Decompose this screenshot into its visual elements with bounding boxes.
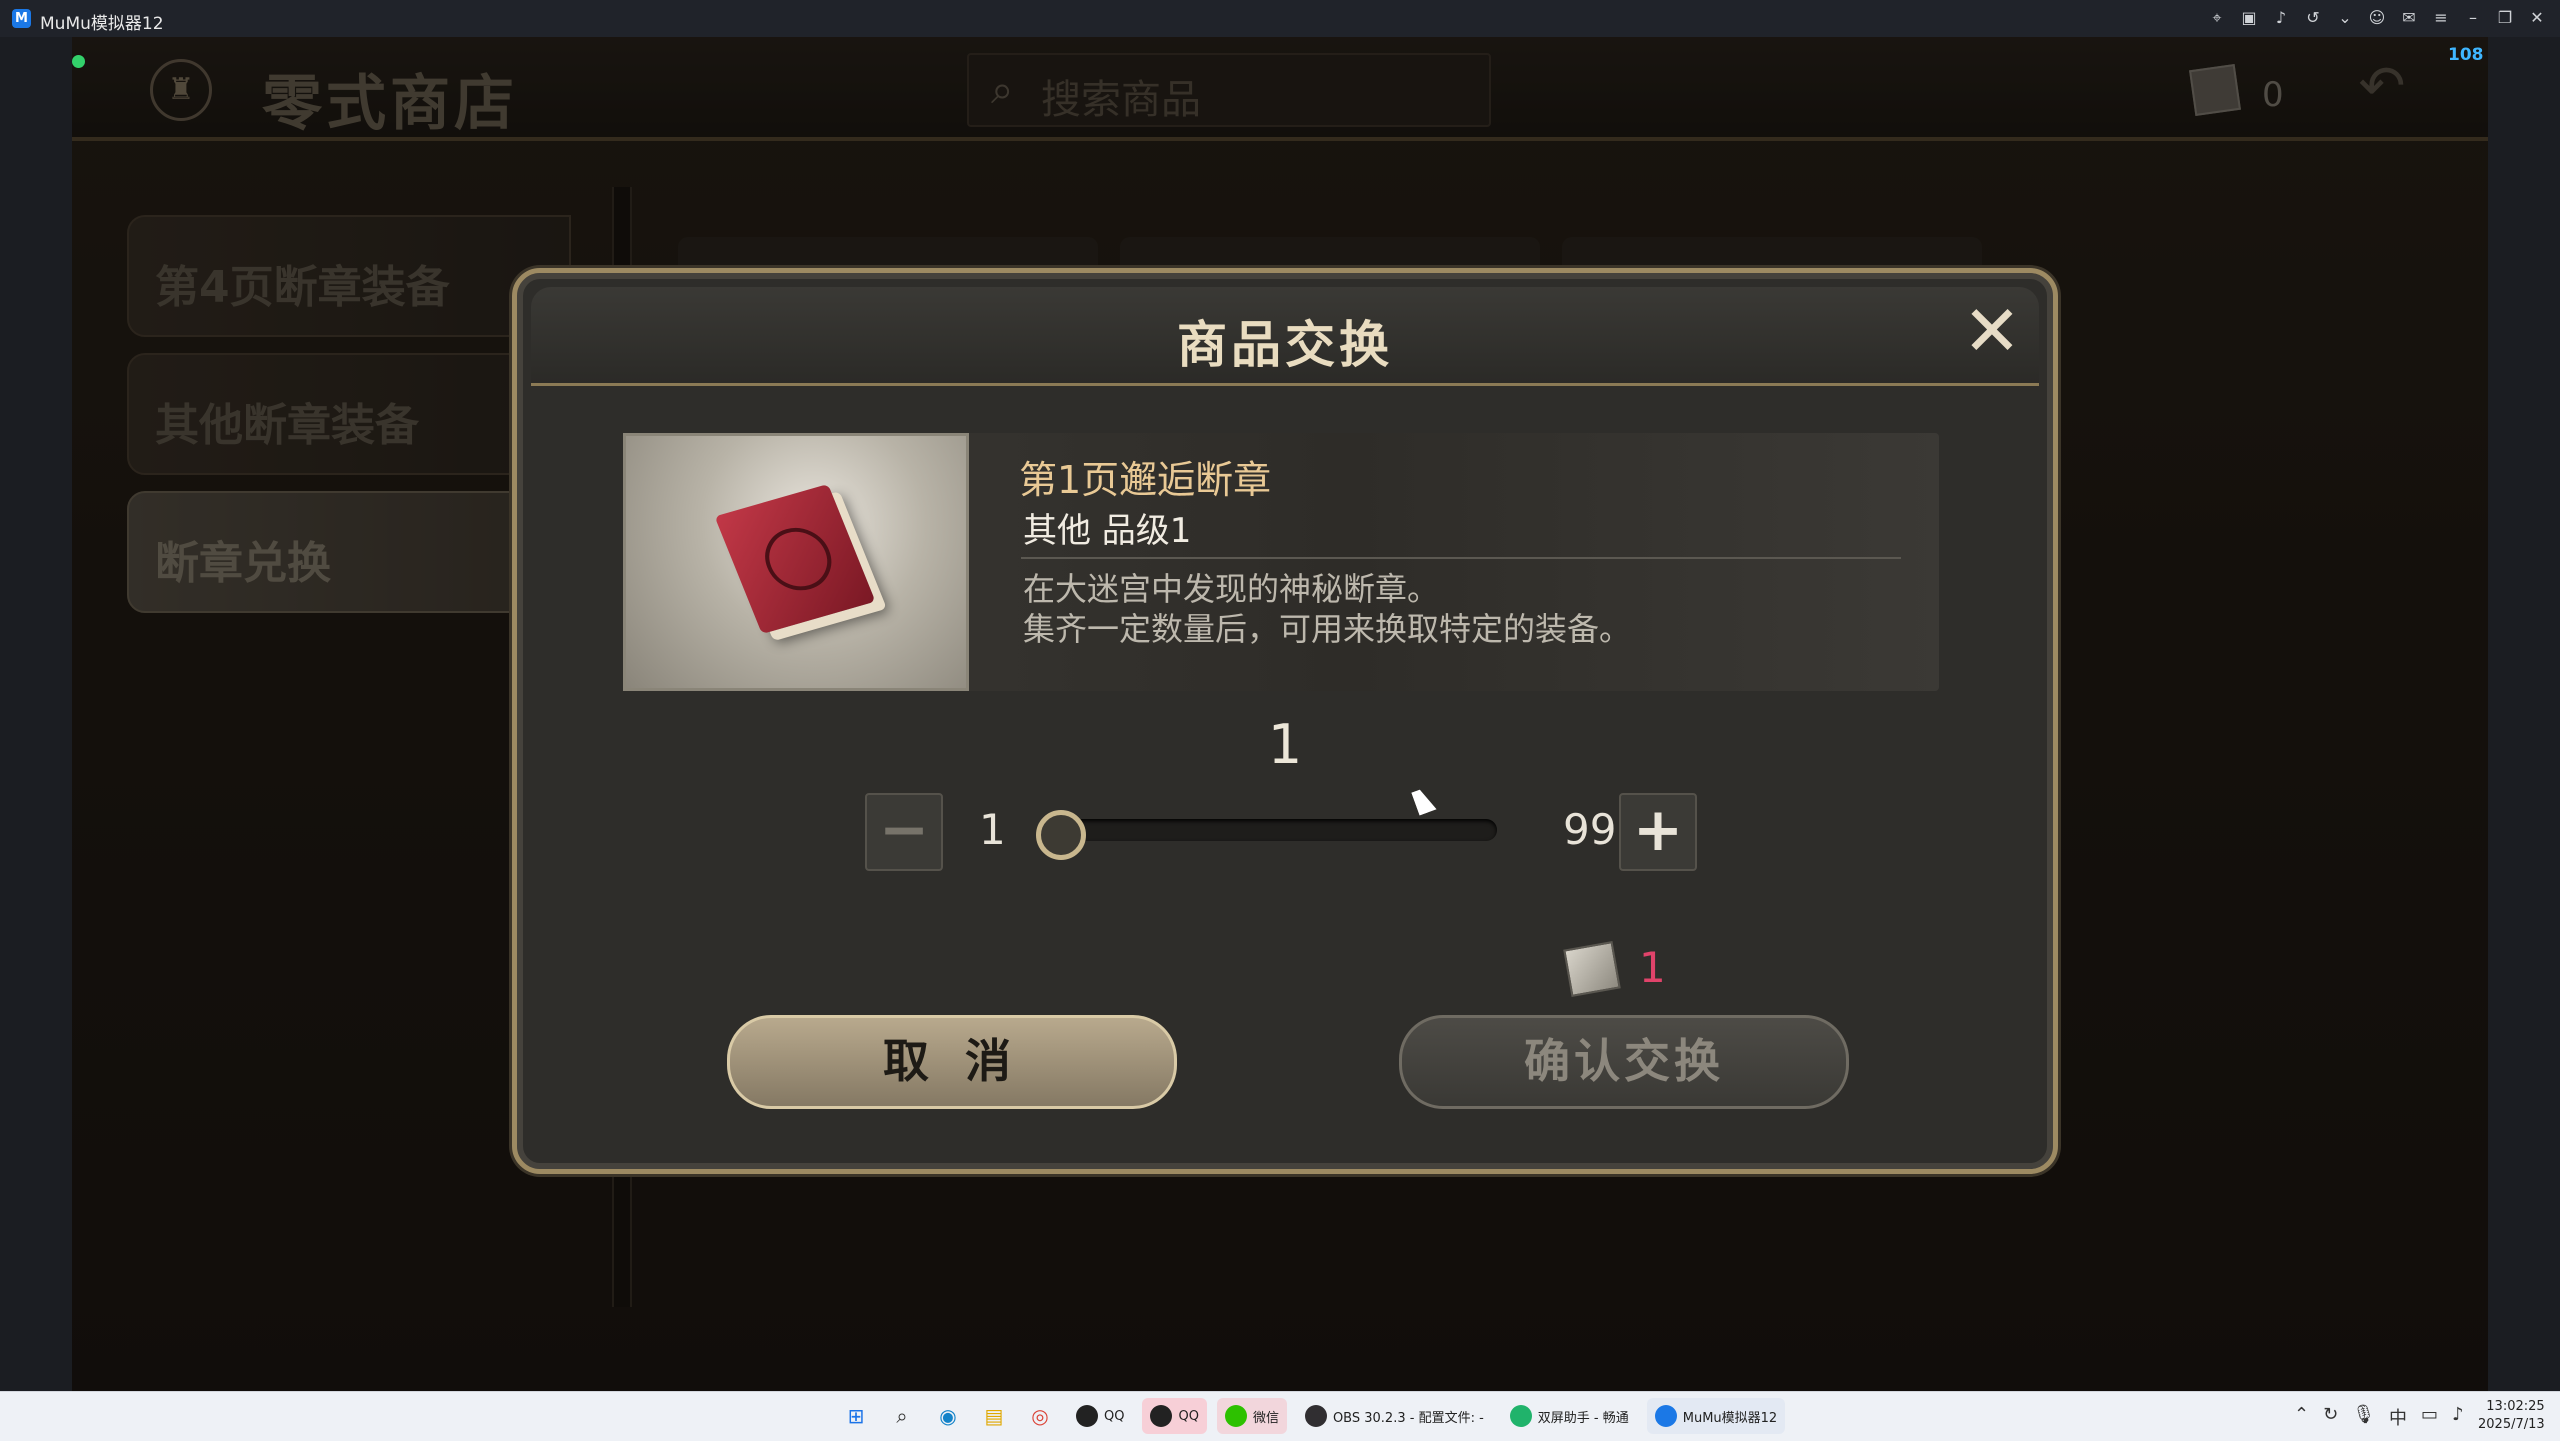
taskbar-app-qq[interactable]: QQ	[1068, 1398, 1132, 1434]
emulator-left-margin	[0, 37, 72, 1391]
search-icon[interactable]: ⌕	[884, 1398, 920, 1434]
item-divider	[1021, 557, 1901, 559]
item-info-panel: 第1页邂逅断章 其他 品级1 在大迷宫中发现的神秘断章。 集齐一定数量后，可用来…	[623, 433, 1939, 691]
edge-browser-icon[interactable]: ◉	[930, 1398, 966, 1434]
taskbar-app-label: OBS 30.2.3 - 配置文件: -	[1332, 1410, 1484, 1426]
taskbar-app-label: MuMu模拟器12	[1682, 1410, 1778, 1426]
quantity-slider-track[interactable]	[1037, 819, 1497, 841]
window-controls: ⌖ ▣ ♪ ↺ ⌄ ☺ ✉ ≡ – ❐ ✕	[2208, 6, 2546, 30]
taskbar-app-qq-active[interactable]: QQ	[1142, 1398, 1207, 1434]
taskbar-app-label: QQ	[1104, 1408, 1125, 1424]
emulator-title-bar: M MuMu模拟器12 ⌖ ▣ ♪ ↺ ⌄ ☺ ✉ ≡ – ❐ ✕	[0, 0, 2560, 37]
quantity-display: 1	[1267, 713, 1303, 776]
increase-quantity-button[interactable]: +	[1619, 793, 1697, 871]
taskbar-app-label: QQ	[1178, 1408, 1199, 1424]
close-dialog-button[interactable]: ✕	[1957, 296, 2027, 368]
quantity-min-label: 1	[979, 805, 1006, 854]
mail-icon[interactable]: ✉	[2400, 6, 2418, 30]
dialog-title: 商品交换	[1177, 316, 1393, 374]
network-icon[interactable]: ▭	[2421, 1404, 2438, 1430]
taskbar-app-label: 双屏助手 - 畅通	[1537, 1410, 1629, 1426]
item-type: 其他 品级1	[1023, 511, 1192, 551]
volume-icon[interactable]: ♪	[2272, 6, 2290, 30]
confirm-exchange-button[interactable]: 确认交换	[1399, 1015, 1849, 1109]
decrease-quantity-button[interactable]: −	[865, 793, 943, 871]
cancel-button[interactable]: 取 消	[727, 1015, 1177, 1109]
mumu-icon	[1654, 1405, 1677, 1427]
dialog-header: 商品交换	[531, 287, 2039, 386]
maximize-button[interactable]: ❐	[2496, 6, 2514, 30]
chevron-down-icon[interactable]: ⌄	[2336, 6, 2354, 30]
taskbar-app-label: 微信	[1252, 1410, 1279, 1426]
window-title: MuMu模拟器12	[40, 14, 164, 34]
fragment-cost-icon	[1563, 941, 1621, 997]
dual-screen-icon	[1509, 1405, 1532, 1427]
exchange-dialog: 商品交换 ✕ 第1页邂逅断章 其他 品级1 在大迷宫中发现的神秘断章。 集齐一定…	[512, 268, 2058, 1174]
qq-icon	[1076, 1405, 1098, 1427]
mouse-cursor	[1411, 786, 1437, 816]
close-window-button[interactable]: ✕	[2528, 6, 2546, 30]
cost-value: 1	[1639, 943, 1666, 992]
taskbar-clock[interactable]: 13:02:25 2025/7/13	[2478, 1398, 2545, 1434]
obs-icon	[1304, 1405, 1327, 1427]
quantity-slider-thumb[interactable]	[1036, 810, 1086, 860]
wechat-icon	[1224, 1405, 1247, 1427]
account-icon[interactable]: ☺	[2368, 6, 2386, 30]
taskbar-app-mumu[interactable]: MuMu模拟器12	[1646, 1398, 1786, 1434]
system-tray: ⌃ ↻ 🎙 中 ▭ ♪	[2294, 1404, 2464, 1430]
fps-counter: 108	[2448, 45, 2484, 65]
emulator-right-margin	[2488, 37, 2560, 1391]
chevron-up-icon[interactable]: ⌃	[2294, 1404, 2309, 1430]
taskbar-app-dual-screen[interactable]: 双屏助手 - 畅通	[1502, 1398, 1637, 1434]
taskbar-app-wechat[interactable]: 微信	[1216, 1398, 1287, 1434]
taskbar-app-obs[interactable]: OBS 30.2.3 - 配置文件: -	[1297, 1398, 1492, 1434]
minimize-button[interactable]: –	[2464, 6, 2482, 30]
windows-taskbar: ⊞ ⌕ ◉ ▤ ◎ QQ QQ 微信 OBS 30.2.3 - 配置文件: - …	[0, 1391, 2560, 1441]
screenshot-icon[interactable]: ▣	[2240, 6, 2258, 30]
rotate-icon[interactable]: ↺	[2304, 6, 2322, 30]
quantity-max-label: 99	[1563, 805, 1617, 854]
pin-icon[interactable]: ⌖	[2208, 6, 2226, 30]
menu-icon[interactable]: ≡	[2432, 6, 2450, 30]
input-method-icon[interactable]: 中	[2389, 1404, 2407, 1430]
mumu-app-icon: M	[12, 9, 31, 28]
sync-icon[interactable]: ↻	[2323, 1404, 2338, 1430]
qq-icon	[1150, 1405, 1173, 1427]
chrome-icon[interactable]: ◎	[1022, 1398, 1058, 1434]
item-image	[623, 433, 969, 691]
microphone-icon[interactable]: 🎙	[2352, 1404, 2375, 1430]
speaker-icon[interactable]: ♪	[2452, 1404, 2464, 1430]
clock-time: 13:02:25	[2486, 1399, 2545, 1414]
red-book-icon	[714, 484, 876, 634]
clock-date: 2025/7/13	[2478, 1417, 2545, 1432]
windows-start-icon[interactable]: ⊞	[838, 1398, 874, 1434]
taskbar-apps: ⊞ ⌕ ◉ ▤ ◎ QQ QQ 微信 OBS 30.2.3 - 配置文件: - …	[838, 1398, 1786, 1434]
file-explorer-icon[interactable]: ▤	[976, 1398, 1012, 1434]
item-name: 第1页邂逅断章	[1019, 458, 1272, 502]
status-indicator	[72, 55, 85, 68]
item-description: 在大迷宫中发现的神秘断章。 集齐一定数量后，可用来换取特定的装备。	[1023, 570, 1632, 648]
